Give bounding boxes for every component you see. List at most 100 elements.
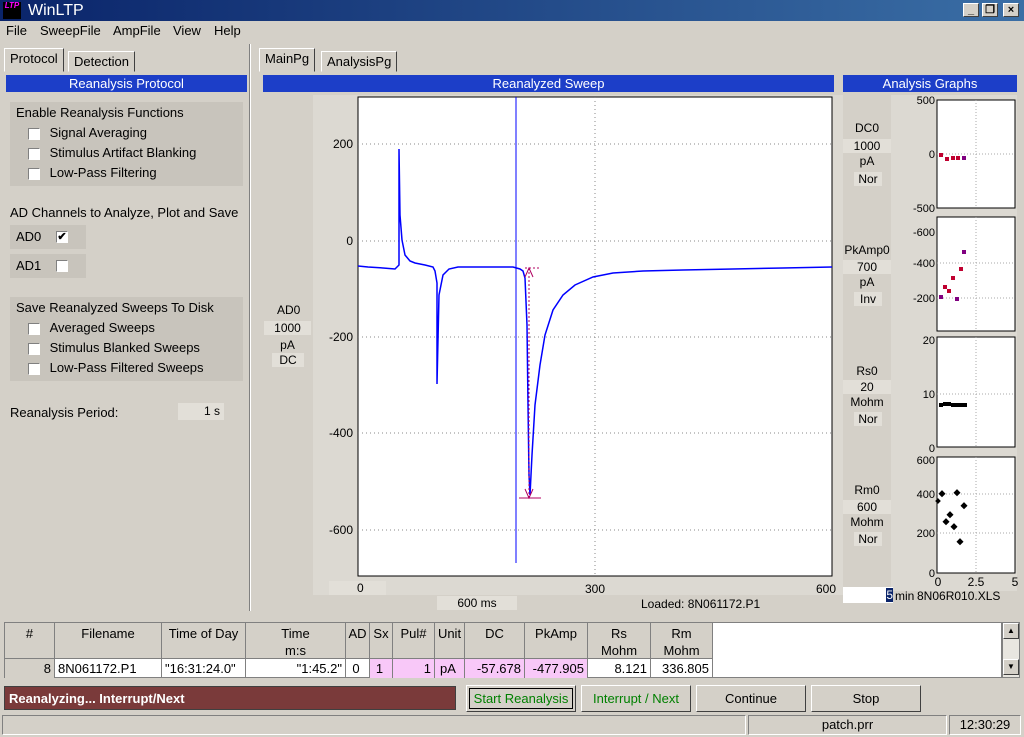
col-header[interactable]: Rs Mohm [588,623,651,659]
close-button[interactable]: × [1003,3,1019,17]
low-pass-option[interactable]: Low-Pass Filtering [28,165,157,180]
scroll-up-icon[interactable]: ▲ [1003,623,1019,639]
col-header[interactable]: Time m:s [246,623,346,659]
stop-button[interactable]: Stop [811,685,921,712]
tab-analysispg[interactable]: AnalysisPg [321,51,398,72]
dc0-tick: 500 [917,95,935,107]
x-start-value[interactable]: 0 [329,581,386,595]
graph-rm0-unit: Mohm [850,515,884,529]
restore-button[interactable]: ❐ [982,3,998,17]
window-title: WinLTP [28,2,84,19]
artifact-blanking-option[interactable]: Stimulus Artifact Blanking [28,145,196,160]
artifact-blanking-checkbox[interactable] [28,147,40,160]
graph-rs0-scale[interactable]: 20 [843,380,891,394]
graph-rm0-mode[interactable]: Nor [854,532,882,546]
graph-dc0-name: DC0 [854,121,879,135]
panel-divider[interactable] [249,44,251,611]
status-message: Reanalyzing... Interrupt/Next [4,686,456,710]
y-tick-label: -600 [329,523,353,537]
graph-dc0-unit: pA [859,154,875,168]
analysis-graphs-header: Analysis Graphs [843,75,1017,92]
table-cell[interactable]: 8N061172.P1 [55,659,162,678]
table-empty-area [713,622,1002,678]
table-cell[interactable]: 1 [370,659,393,678]
loaded-file-label: Loaded: 8N061172.P1 [641,597,761,611]
tab-protocol[interactable]: Protocol [4,48,64,72]
signal-averaging-checkbox[interactable] [28,127,40,140]
reanalysis-period-value[interactable]: 1 s [178,403,224,420]
table-cell[interactable]: "1:45.2" [246,659,346,678]
col-header[interactable]: Sx [370,623,393,659]
col-header[interactable]: Unit [435,623,465,659]
col-header[interactable]: # [5,623,55,659]
menu-bar: File SweepFile AmpFile View Help [0,21,1024,41]
tab-mainpg[interactable]: MainPg [259,48,316,72]
ad1-checkbox[interactable] [56,260,68,272]
table-cell[interactable]: 336.805 [651,659,713,678]
scroll-down-icon[interactable]: ▼ [1003,659,1019,675]
menu-help[interactable]: Help [214,23,241,38]
col-header[interactable]: Rm Mohm [651,623,713,659]
analysis-charts: 500 0 -500 -600 -400 -200 20 10 0 600 40… [891,95,1019,591]
graph-dc0-mode[interactable]: Nor [854,172,882,186]
low-pass-checkbox[interactable] [28,167,40,180]
minimize-button[interactable]: _ [963,3,979,17]
interrupt-next-button[interactable]: Interrupt / Next [581,685,691,712]
rs0-tick: 20 [923,335,935,347]
x-tick-label: 300 [585,582,605,596]
table-cell[interactable]: -477.905 [525,659,588,678]
start-reanalysis-button[interactable]: Start Reanalysis [466,685,576,712]
col-header[interactable]: Pul# [393,623,435,659]
menu-view[interactable]: View [173,23,201,38]
channel-unit: pA [280,338,295,352]
dc0-tick: 0 [929,149,935,161]
filtered-sweeps-option[interactable]: Low-Pass Filtered Sweeps [28,360,204,375]
averaged-sweeps-checkbox[interactable] [28,322,40,335]
channel-coupling[interactable]: DC [272,353,304,367]
ad0-checkbox[interactable]: ✔ [56,231,68,243]
menu-sweepfile[interactable]: SweepFile [40,23,101,38]
averaged-sweeps-option[interactable]: Averaged Sweeps [28,320,155,335]
channel-scale[interactable]: 1000 [264,321,311,335]
ad-channels-title: AD Channels to Analyze, Plot and Save [10,205,239,220]
col-header[interactable]: PkAmp [525,623,588,659]
x-span-value[interactable]: 600 ms [437,596,517,610]
blanked-sweeps-option[interactable]: Stimulus Blanked Sweeps [28,340,200,355]
col-header[interactable]: AD [346,623,370,659]
graph-pkamp0-unit: pA [859,275,875,289]
menu-file[interactable]: File [6,23,27,38]
col-header[interactable]: Time of Day [162,623,246,659]
ad1-option[interactable]: AD1 [10,254,86,278]
ad0-option[interactable]: AD0 ✔ [10,225,86,249]
enable-functions-title: Enable Reanalysis Functions [16,105,184,120]
graph-pkamp0-mode[interactable]: Inv [854,292,882,306]
signal-averaging-option[interactable]: Signal Averaging [28,125,147,140]
graph-pkamp0-scale[interactable]: 700 [843,260,891,274]
blanked-sweeps-checkbox[interactable] [28,342,40,355]
col-header[interactable]: Filename [55,623,162,659]
graph-rs0-mode[interactable]: Nor [854,412,882,426]
graph-rm0-scale[interactable]: 600 [843,500,891,514]
statusbar-protocol: patch.prr [748,715,947,735]
sweep-chart: 200 0 -200 -400 -600 300 600 [329,96,836,596]
table-cell[interactable]: 0 [346,659,370,678]
table-scrollbar[interactable]: ▲ ▼ [1002,622,1020,678]
analysis-time-input[interactable]: 5 [843,587,893,603]
tab-detection[interactable]: Detection [68,51,135,72]
table-cell[interactable]: 8.121 [588,659,651,678]
rs0-tick: 0 [929,443,935,455]
results-table[interactable]: # Filename Time of Day Time m:s AD Sx Pul… [4,622,713,678]
continue-button[interactable]: Continue [696,685,806,712]
y-tick-label: -400 [329,426,353,440]
menu-ampfile[interactable]: AmpFile [113,23,161,38]
table-cell[interactable]: -57.678 [465,659,525,678]
col-header[interactable]: DC [465,623,525,659]
reanalysis-protocol-header: Reanalysis Protocol [6,75,247,92]
graph-rs0-name: Rs0 [856,364,878,378]
table-cell[interactable]: 8 [5,659,55,678]
table-cell[interactable]: 1 [393,659,435,678]
table-cell[interactable]: "16:31:24.0" [162,659,246,678]
filtered-sweeps-checkbox[interactable] [28,362,40,375]
table-cell[interactable]: pA [435,659,465,678]
graph-dc0-scale[interactable]: 1000 [843,139,891,153]
